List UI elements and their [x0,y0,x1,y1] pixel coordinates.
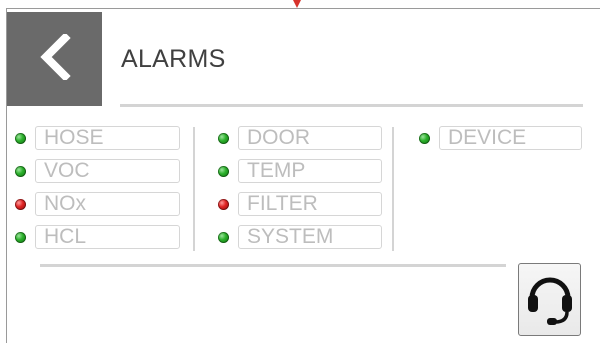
status-led [419,132,430,144]
alarm-label: FILTER [238,192,382,216]
alarm-row-door: DOOR [218,126,382,150]
alarm-label: HCL [35,225,180,249]
alarm-label: DEVICE [439,126,582,150]
column-divider [193,127,195,251]
status-led [218,231,229,243]
status-led [15,198,26,210]
status-led [218,165,229,177]
chevron-left-icon [38,31,72,85]
status-led [15,165,26,177]
support-button[interactable] [518,263,581,336]
alarm-label: DOOR [238,126,382,150]
alarm-row-hcl: HCL [15,225,180,249]
alarm-row-voc: VOC [15,159,180,183]
alarm-row-system: SYSTEM [218,225,382,249]
column-divider [392,127,394,251]
alarm-label: SYSTEM [238,225,382,249]
status-led [15,231,26,243]
alarm-label: HOSE [35,126,180,150]
alarm-label: NOx [35,192,180,216]
back-button[interactable] [7,12,102,106]
alarm-row-nox: NOx [15,192,180,216]
page-title: ALARMS [121,45,226,73]
status-led [218,198,229,210]
alarm-row-device: DEVICE [419,126,582,150]
alarm-label: VOC [35,159,180,183]
alarm-row-temp: TEMP [218,159,382,183]
title-divider [120,104,583,107]
status-led [15,132,26,144]
footer-divider [40,264,506,267]
alarm-row-filter: FILTER [218,192,382,216]
top-marker-arrow [293,0,301,8]
alarm-label: TEMP [238,159,382,183]
headset-icon [525,268,575,331]
alarm-row-hose: HOSE [15,126,180,150]
status-led [218,132,229,144]
